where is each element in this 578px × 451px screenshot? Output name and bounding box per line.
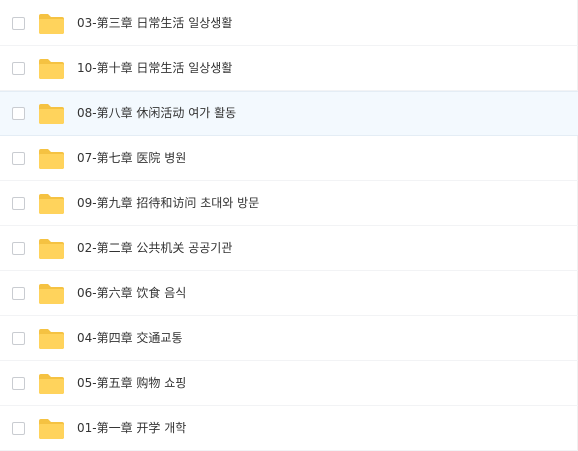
row-checkbox[interactable] [12, 422, 25, 435]
folder-icon [38, 193, 65, 215]
list-item[interactable]: 01-第一章 开学 개학 [0, 406, 578, 451]
list-item[interactable]: 06-第六章 饮食 음식 [0, 271, 578, 316]
file-name[interactable]: 05-第五章 购物 쇼핑 [77, 375, 186, 391]
list-item[interactable]: 09-第九章 招待和访问 초대와 방문 [0, 181, 578, 226]
file-list: 03-第三章 日常生活 일상생활 10-第十章 日常生活 일상생활 08-第八章… [0, 0, 578, 451]
file-name[interactable]: 02-第二章 公共机关 공공기관 [77, 240, 232, 256]
file-name[interactable]: 08-第八章 休闲活动 여가 활동 [77, 105, 236, 121]
file-name[interactable]: 04-第四章 交通교통 [77, 330, 183, 346]
folder-icon [38, 13, 65, 35]
folder-icon [38, 58, 65, 80]
folder-icon [38, 103, 65, 125]
file-name[interactable]: 07-第七章 医院 병원 [77, 150, 186, 166]
file-name[interactable]: 10-第十章 日常生活 일상생활 [77, 60, 232, 76]
list-item[interactable]: 03-第三章 日常生活 일상생활 [0, 1, 578, 46]
folder-icon [38, 373, 65, 395]
list-item[interactable]: 05-第五章 购物 쇼핑 [0, 361, 578, 406]
file-name[interactable]: 09-第九章 招待和访问 초대와 방문 [77, 195, 259, 211]
row-checkbox[interactable] [12, 242, 25, 255]
folder-icon [38, 283, 65, 305]
row-checkbox[interactable] [12, 107, 25, 120]
row-checkbox[interactable] [12, 17, 25, 30]
row-checkbox[interactable] [12, 332, 25, 345]
list-item[interactable]: 02-第二章 公共机关 공공기관 [0, 226, 578, 271]
list-item[interactable]: 10-第十章 日常生活 일상생활 [0, 46, 578, 91]
folder-icon [38, 148, 65, 170]
row-checkbox[interactable] [12, 62, 25, 75]
list-item[interactable]: 08-第八章 休闲活动 여가 활동 [0, 91, 578, 136]
folder-icon [38, 328, 65, 350]
file-name[interactable]: 03-第三章 日常生活 일상생활 [77, 15, 232, 31]
folder-icon [38, 418, 65, 440]
list-item[interactable]: 04-第四章 交通교통 [0, 316, 578, 361]
row-checkbox[interactable] [12, 287, 25, 300]
list-item[interactable]: 07-第七章 医院 병원 [0, 136, 578, 181]
file-name[interactable]: 01-第一章 开学 개학 [77, 420, 186, 436]
folder-icon [38, 238, 65, 260]
row-checkbox[interactable] [12, 197, 25, 210]
row-checkbox[interactable] [12, 152, 25, 165]
row-checkbox[interactable] [12, 377, 25, 390]
file-name[interactable]: 06-第六章 饮食 음식 [77, 285, 186, 301]
